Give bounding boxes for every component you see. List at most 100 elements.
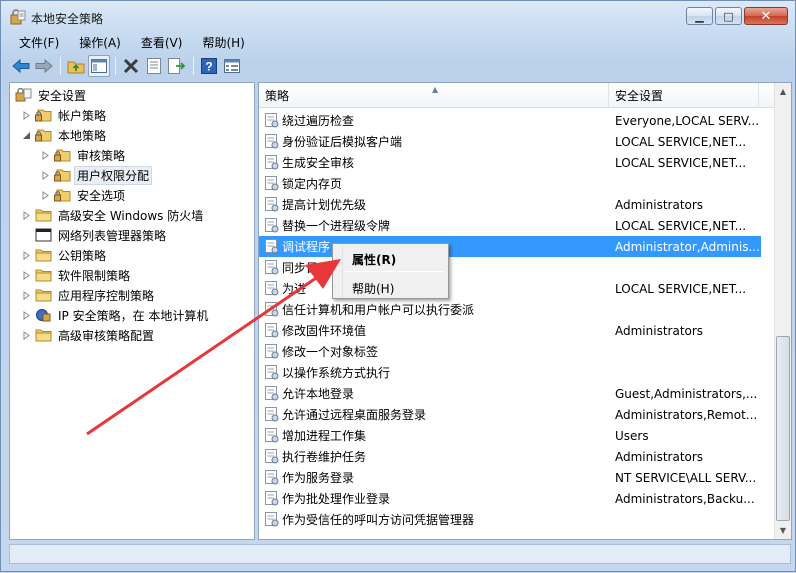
security-setting-value: Administrators — [615, 323, 704, 338]
up-one-level-button[interactable] — [65, 55, 87, 77]
policy-name: 以操作系统方式执行 — [282, 366, 391, 380]
maximize-button[interactable]: □ — [715, 7, 742, 25]
expand-chevron-icon[interactable] — [20, 249, 32, 261]
properties-button[interactable] — [143, 55, 165, 77]
policy-folder-icon — [54, 149, 71, 162]
table-row[interactable]: 作为批处理作业登录 Administrators,Backu... — [259, 488, 759, 509]
tree-item[interactable]: 高级审核策略配置 — [20, 325, 156, 345]
expand-chevron-icon[interactable] — [20, 269, 32, 281]
expand-chevron-icon[interactable] — [20, 309, 32, 321]
policy-setting-icon — [265, 197, 279, 212]
policy-name: 作为服务登录 — [282, 471, 355, 485]
policy-setting-icon — [265, 365, 279, 380]
menu-help[interactable]: 帮助(H) — [192, 32, 254, 52]
tree-root[interactable]: 安全设置 — [15, 85, 88, 105]
export-icon — [168, 58, 186, 74]
expand-chevron-icon[interactable] — [20, 109, 32, 121]
column-header-policy-label: 策略 — [265, 89, 290, 103]
table-row[interactable]: 允许通过远程桌面服务登录 Administrators,Remot... — [259, 404, 759, 425]
tree-item-label: 本地策略 — [58, 128, 107, 143]
tree-item[interactable]: 软件限制策略 — [20, 265, 132, 285]
delete-button[interactable] — [120, 55, 142, 77]
scroll-down-arrow-icon[interactable]: ▼ — [775, 522, 791, 539]
expand-chevron-icon[interactable] — [39, 189, 51, 201]
tree-item[interactable]: 安全选项 — [39, 185, 127, 205]
tree-item[interactable]: IP 安全策略，在 本地计算机 — [20, 305, 210, 325]
menu-view[interactable]: 查看(V) — [131, 32, 193, 52]
show-hide-tree-button[interactable] — [88, 55, 110, 77]
expand-chevron-icon[interactable] — [20, 329, 32, 341]
policy-name: 替换一个进程级令牌 — [282, 219, 391, 233]
title-bar[interactable]: 本地安全策略 ▁ □ ✕ — [1, 1, 795, 31]
table-row[interactable]: 执行卷维护任务 Administrators — [259, 446, 759, 467]
expand-chevron-icon[interactable] — [39, 149, 51, 161]
expand-chevron-icon[interactable] — [20, 209, 32, 221]
forward-button[interactable] — [33, 55, 55, 77]
table-row[interactable]: 信任计算机和用户帐户可以执行委派 — [259, 299, 759, 320]
security-setting-value: LOCAL SERVICE,NET... — [615, 155, 747, 170]
export-list-button[interactable] — [166, 55, 188, 77]
tree-item[interactable]: 用户权限分配 — [39, 165, 153, 185]
table-row[interactable]: 生成安全审核 LOCAL SERVICE,NET... — [259, 152, 759, 173]
tree-item[interactable]: 高级安全 Windows 防火墙 — [20, 205, 205, 225]
details-view-icon — [224, 59, 240, 73]
table-row[interactable]: 以操作系统方式执行 — [259, 362, 759, 383]
table-row[interactable]: 增加进程工作集 Users — [259, 425, 759, 446]
menu-file[interactable]: 文件(F) — [9, 32, 69, 52]
policy-setting-icon — [265, 155, 279, 170]
table-row[interactable]: 替换一个进程级令牌 LOCAL SERVICE,NET... — [259, 215, 759, 236]
scroll-up-arrow-icon[interactable]: ▲ — [775, 83, 791, 100]
tree-item[interactable]: 应用程序控制策略 — [20, 285, 156, 305]
tree-item[interactable]: 帐户策略 — [20, 105, 108, 125]
table-row[interactable]: 提高计划优先级 Administrators — [259, 194, 759, 215]
menu-action[interactable]: 操作(A) — [69, 32, 131, 52]
context-menu-properties[interactable]: 属性(R) — [352, 249, 396, 269]
minimize-button[interactable]: ▁ — [686, 7, 713, 25]
show-tree-icon — [91, 59, 107, 73]
help-button[interactable]: ? — [198, 55, 220, 77]
tree-item[interactable]: 本地策略 — [20, 125, 108, 145]
security-setting-value: Administrators — [615, 197, 704, 212]
table-row[interactable]: 作为受信任的呼叫方访问凭据管理器 — [259, 509, 759, 530]
tree-item-label: 应用程序控制策略 — [58, 288, 155, 303]
column-header-setting[interactable]: 安全设置 — [609, 83, 759, 108]
context-menu-separator — [345, 271, 445, 272]
policy-list-pane[interactable]: 策略 ▲ 安全设置 绕过遍历检查 Everyone,LOCAL SERV... 身份… — [258, 82, 792, 540]
maximize-icon: □ — [723, 9, 734, 23]
table-row[interactable]: 作为服务登录 NT SERVICE\ALL SERV... — [259, 467, 759, 488]
security-setting-value: Administrators — [615, 449, 704, 464]
delete-icon — [123, 58, 139, 74]
table-row[interactable]: 修改固件环境值 Administrators — [259, 320, 759, 341]
tree-item[interactable]: 审核策略 — [39, 145, 127, 165]
vertical-scrollbar[interactable]: ▲ ▼ — [774, 83, 791, 539]
policy-setting-icon — [265, 344, 279, 359]
table-row[interactable]: 绕过遍历检查 Everyone,LOCAL SERV... — [259, 110, 759, 131]
context-menu-help[interactable]: 帮助(H) — [352, 278, 394, 298]
help-icon: ? — [201, 58, 217, 74]
collapse-chevron-icon[interactable] — [20, 129, 32, 141]
security-setting-value: Administrators,Remot... — [615, 407, 758, 422]
expand-chevron-icon[interactable] — [20, 289, 32, 301]
toolbar: ? — [10, 54, 244, 78]
security-setting-value: Everyone,LOCAL SERV... — [615, 113, 759, 128]
tree-item-label: 网络列表管理器策略 — [58, 228, 167, 243]
policy-setting-icon — [265, 302, 279, 317]
details-view-button[interactable] — [221, 55, 243, 77]
tree-item-label: IP 安全策略，在 本地计算机 — [58, 308, 209, 323]
tree-item[interactable]: 公钥策略 — [20, 245, 108, 265]
security-setting-value: LOCAL SERVICE,NET... — [615, 281, 747, 296]
scroll-thumb[interactable] — [776, 336, 790, 521]
tree-item[interactable]: 网络列表管理器策略 — [20, 225, 168, 245]
policy-name: 绕过遍历检查 — [282, 114, 355, 128]
table-row[interactable]: 允许本地登录 Guest,Administrators,... — [259, 383, 759, 404]
tree-pane[interactable]: 安全设置 帐户策略本地策略审核策略 用户权限分配 安全选项 高级安全 Windows … — [9, 82, 255, 540]
policy-name: 信任计算机和用户帐户可以执行委派 — [282, 303, 475, 317]
table-row[interactable]: 修改一个对象标签 — [259, 341, 759, 362]
table-row[interactable]: 锁定内存页 — [259, 173, 759, 194]
close-button[interactable]: ✕ — [744, 7, 788, 25]
policy-name: 生成安全审核 — [282, 156, 355, 170]
policy-setting-icon — [265, 176, 279, 191]
expand-chevron-icon[interactable] — [39, 169, 51, 181]
back-button[interactable] — [10, 55, 32, 77]
table-row[interactable]: 身份验证后模拟客户端 LOCAL SERVICE,NET... — [259, 131, 759, 152]
